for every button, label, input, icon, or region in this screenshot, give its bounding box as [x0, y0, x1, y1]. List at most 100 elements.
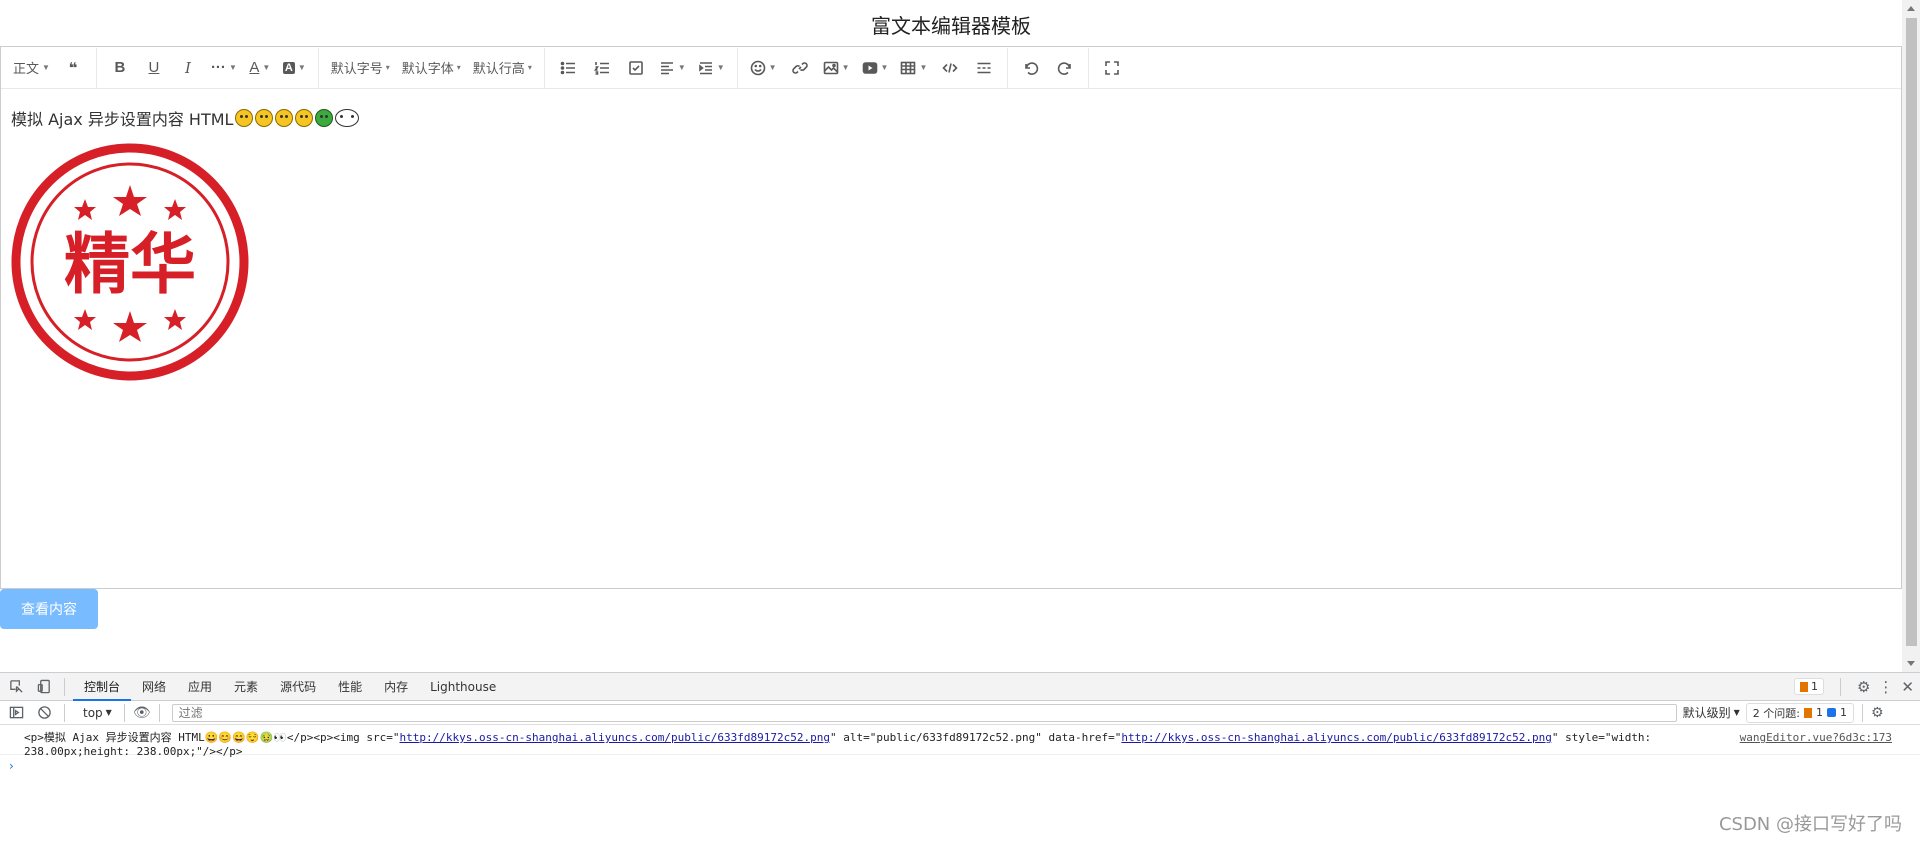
toolbar-divider	[1007, 47, 1009, 88]
image-button[interactable]: ▼	[817, 53, 856, 83]
chevron-down-icon: ▼	[677, 63, 686, 72]
log-url-link[interactable]: http://kkys.oss-cn-shanghai.aliyuncs.com…	[1121, 731, 1551, 744]
fullscreen-icon	[1105, 60, 1120, 75]
page-scrollbar[interactable]	[1902, 0, 1920, 672]
link-icon	[791, 61, 808, 74]
log-prefix: <p>模拟 Ajax 异步设置内容 HTML	[24, 731, 205, 744]
toolbar-divider	[543, 47, 545, 88]
chevron-down-icon: ▾	[456, 63, 461, 72]
devtools-tabbar: 控制台 网络 应用 元素 源代码 性能 内存 Lighthouse 1 ⚙ ⋮ …	[0, 673, 1920, 701]
tab-performance[interactable]: 性能	[327, 673, 373, 701]
more-vertical-icon[interactable]: ⋮	[1878, 678, 1893, 696]
tab-memory[interactable]: 内存	[373, 673, 419, 701]
sidebar-toggle-button[interactable]	[4, 701, 28, 725]
paragraph-select[interactable]: 正文 ▼	[7, 53, 56, 83]
scroll-down-arrow-icon[interactable]	[1907, 661, 1915, 666]
indent-icon	[698, 61, 712, 74]
divider-button[interactable]	[967, 53, 1001, 83]
bold-button[interactable]: B	[103, 53, 137, 83]
bg-color-button[interactable]: A ▼	[277, 53, 312, 83]
settings-gear-icon[interactable]: ⚙	[1857, 678, 1870, 696]
editor-toolbar: 正文 ▼ ❝ B U I ··· ▼ A ▼ A ▼ 默认字号 ▾ 默认字体 ▾ 默认行高 ▾	[1, 47, 1901, 89]
chevron-down-icon: ▼	[880, 63, 889, 72]
table-icon	[901, 61, 916, 74]
page-title: 富文本编辑器模板	[871, 14, 1031, 38]
chevron-right-icon: ›	[9, 759, 14, 773]
warning-flag-icon	[1799, 681, 1808, 692]
italic-button[interactable]: I	[171, 53, 205, 83]
emoji-sequence-icon: 😀😊😄😌🤢👀	[204, 731, 287, 744]
warning-badge[interactable]: 1	[1793, 678, 1824, 695]
console-toolbar: top▼ 👁 默认级别▼ 2 个问题: 1 1 ⚙	[0, 701, 1920, 725]
issues-button[interactable]: 2 个问题: 1 1	[1745, 702, 1854, 723]
chevron-down-icon: ▼	[105, 708, 112, 717]
emotion-button[interactable]: ▼	[744, 53, 783, 83]
devtools-separator	[64, 703, 65, 722]
numbered-list-button[interactable]	[585, 53, 619, 83]
log-url-link[interactable]: http://kkys.oss-cn-shanghai.aliyuncs.com…	[400, 731, 830, 744]
page: 富文本编辑器模板 正文 ▼ ❝ B U I ··· ▼ A ▼ A ▼ 默认字号 ▾ 默认…	[0, 0, 1902, 672]
todo-button[interactable]	[619, 53, 653, 83]
devtools-separator	[64, 677, 65, 696]
console-settings-gear-icon[interactable]: ⚙	[1871, 705, 1884, 721]
redo-button[interactable]	[1048, 53, 1082, 83]
font-family-select[interactable]: 默认字体 ▾	[396, 53, 467, 83]
console-prompt[interactable]: ›	[0, 755, 1920, 777]
log-level-select[interactable]: 默认级别 ▼	[1677, 704, 1746, 721]
tab-console[interactable]: 控制台	[73, 673, 132, 701]
tab-application[interactable]: 应用	[177, 673, 223, 701]
tab-network[interactable]: 网络	[131, 673, 177, 701]
devtools-separator	[1861, 703, 1863, 722]
editor-content[interactable]: 模拟 Ajax 异步设置内容 HTML 精华	[1, 89, 1901, 399]
align-button[interactable]: ▼	[653, 53, 692, 83]
font-size-select[interactable]: 默认字号 ▾	[325, 53, 396, 83]
stamp-image[interactable]: 精华	[11, 143, 249, 381]
indent-button[interactable]: ▼	[692, 53, 731, 83]
context-select[interactable]: top ▼	[79, 706, 116, 720]
table-button[interactable]: ▼	[894, 53, 933, 83]
device-toolbar-button[interactable]	[32, 675, 56, 699]
underline-icon: U	[148, 59, 160, 76]
close-icon[interactable]: ✕	[1901, 678, 1914, 696]
eyes-emoji-icon	[335, 109, 360, 127]
log-level-label: 默认级别	[1682, 706, 1731, 720]
undo-button[interactable]	[1014, 53, 1048, 83]
code-button[interactable]	[933, 53, 967, 83]
link-button[interactable]	[783, 53, 817, 83]
inspect-element-button[interactable]	[4, 675, 28, 699]
view-content-button[interactable]: 查看内容	[0, 589, 98, 629]
log-text-line2: 238.00px;height: 238.00px;"/></p>	[24, 745, 243, 758]
toolbar-divider	[317, 47, 319, 88]
context-select-label: top	[83, 705, 103, 720]
tab-lighthouse[interactable]: Lighthouse	[419, 673, 507, 701]
scroll-up-arrow-icon[interactable]	[1907, 6, 1915, 11]
align-left-icon	[660, 61, 673, 74]
todo-icon	[629, 60, 643, 75]
tab-sources[interactable]: 源代码	[269, 673, 327, 701]
font-color-button[interactable]: A ▼	[243, 53, 277, 83]
filter-input[interactable]	[171, 703, 1677, 722]
quote-button[interactable]: ❝	[56, 53, 90, 83]
numbered-list-icon	[593, 61, 609, 75]
grinning-emoji-icon	[235, 109, 254, 127]
chevron-down-icon: ▼	[297, 63, 306, 72]
more-style-button[interactable]: ··· ▼	[205, 53, 243, 83]
underline-button[interactable]: U	[137, 53, 171, 83]
line-height-select[interactable]: 默认行高 ▾	[467, 53, 538, 83]
redo-icon	[1058, 61, 1072, 75]
video-button[interactable]: ▼	[856, 53, 895, 83]
fullscreen-button[interactable]	[1095, 53, 1129, 83]
clear-console-button[interactable]	[32, 701, 56, 725]
scroll-thumb[interactable]	[1906, 18, 1917, 646]
source-link[interactable]: wangEditor.vue?6d3c:173	[1740, 731, 1892, 745]
quote-icon: ❝	[68, 59, 78, 77]
editor-paragraph[interactable]: 模拟 Ajax 异步设置内容 HTML	[11, 107, 1891, 129]
more-icon: ···	[210, 59, 226, 76]
chevron-down-icon: ▼	[262, 63, 271, 72]
eye-icon[interactable]: 👁	[133, 705, 151, 721]
tab-elements[interactable]: 元素	[223, 673, 269, 701]
rich-text-editor: 正文 ▼ ❝ B U I ··· ▼ A ▼ A ▼ 默认字号 ▾ 默认字体 ▾ 默认行高 ▾	[0, 46, 1902, 589]
console-log-entry: <p>模拟 Ajax 异步设置内容 HTML😀😊😄😌🤢👀</p><p><img …	[0, 725, 1920, 758]
bulleted-list-button[interactable]	[551, 53, 585, 83]
devtools-separator	[158, 703, 160, 722]
